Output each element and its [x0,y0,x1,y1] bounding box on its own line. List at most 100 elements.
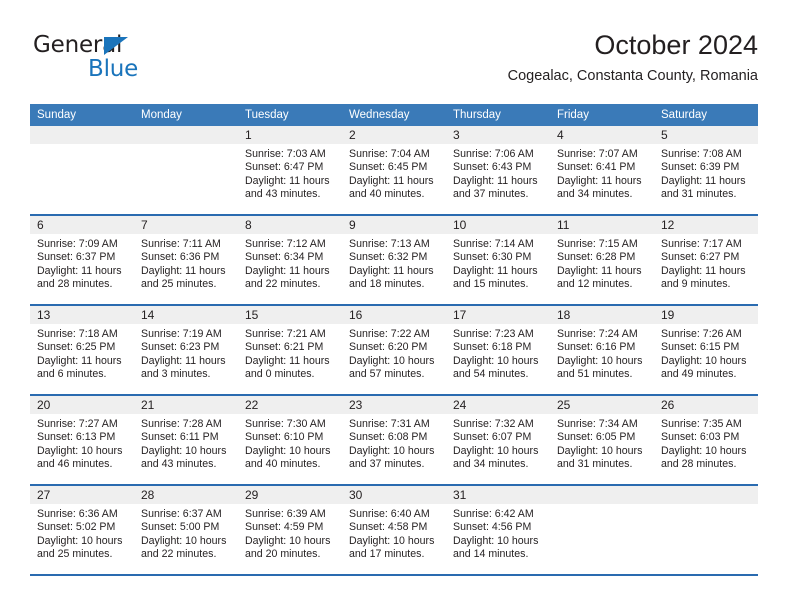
sun-info-line: Daylight: 11 hours [557,174,642,187]
calendar-table: Sunday Monday Tuesday Wednesday Thursday Frid… [30,104,758,576]
page-title: October 2024 [594,30,758,60]
day-cell-19[interactable]: 19 Sunrise: 7:26 AM Sunset: 6:15 PM Dayligh… [654,305,758,396]
sun-info-line: Sunrise: 7:03 AM [245,148,326,160]
day-cell-31[interactable]: 31 Sunrise: 6:42 AM Sunset: 4:56 PM Dayligh… [446,485,550,576]
day-sun-info: Sunrise: 7:11 AM Sunset: 6:36 PM Daylight:… [134,234,238,291]
day-number: 17 [446,306,550,324]
sun-info-line: and 20 minutes. [245,547,321,560]
day-cell-27[interactable]: 27 Sunrise: 6:36 AM Sunset: 5:02 PM Dayligh… [30,485,134,576]
day-number [654,486,758,504]
day-cell-26[interactable]: 26 Sunrise: 7:35 AM Sunset: 6:03 PM Dayligh… [654,395,758,486]
sun-info-line: Daylight: 10 hours [37,444,123,457]
sun-info-line: Daylight: 11 hours [661,264,746,277]
page-header: General Blue October 2024 Cogealac, Cons… [0,0,792,95]
sun-info-line: Sunset: 6:18 PM [453,341,532,354]
day-cell-4[interactable]: 4 Sunrise: 7:07 AM Sunset: 6:41 PM Daylight… [550,126,654,216]
day-cell-24[interactable]: 24 Sunrise: 7:32 AM Sunset: 6:07 PM Dayligh… [446,395,550,486]
sun-info-line: Daylight: 10 hours [141,534,227,547]
day-number: 31 [446,486,550,504]
day-cell-8[interactable]: 8 Sunrise: 7:12 AM Sunset: 6:34 PM Daylight… [238,215,342,306]
day-cell-17[interactable]: 17 Sunrise: 7:23 AM Sunset: 6:18 PM Dayligh… [446,305,550,396]
calendar-week-row: 27 Sunrise: 6:36 AM Sunset: 5:02 PM Dayligh… [30,485,758,576]
sun-info-line: Sunrise: 7:32 AM [453,418,534,430]
sun-info-line: Daylight: 11 hours [557,264,642,277]
day-cell-30[interactable]: 30 Sunrise: 6:40 AM Sunset: 4:58 PM Dayligh… [342,485,446,576]
sun-info-line: Daylight: 11 hours [661,174,746,187]
sun-info-line: Sunrise: 7:13 AM [349,238,430,250]
day-cell-6[interactable]: 6 Sunrise: 7:09 AM Sunset: 6:37 PM Daylight… [30,215,134,306]
sun-info-line: Sunset: 6:34 PM [245,251,324,264]
day-cell-28[interactable]: 28 Sunrise: 6:37 AM Sunset: 5:00 PM Dayligh… [134,485,238,576]
sun-info-line: and 22 minutes. [245,277,321,290]
sun-info-line: and 49 minutes. [661,367,737,380]
sun-info-line: Daylight: 11 hours [141,354,226,367]
sun-info-line: Sunrise: 7:27 AM [37,418,118,430]
sun-info-line: Sunrise: 7:08 AM [661,148,742,160]
day-sun-info: Sunrise: 6:39 AM Sunset: 4:59 PM Daylight:… [238,504,342,561]
day-sun-info: Sunrise: 7:26 AM Sunset: 6:15 PM Daylight:… [654,324,758,381]
weekday-header-friday: Friday [550,104,654,126]
sun-info-line: and 57 minutes. [349,367,425,380]
day-cell-14[interactable]: 14 Sunrise: 7:19 AM Sunset: 6:23 PM Dayligh… [134,305,238,396]
sun-info-line: Daylight: 10 hours [661,354,747,367]
day-sun-info: Sunrise: 7:32 AM Sunset: 6:07 PM Daylight:… [446,414,550,471]
day-number: 14 [134,306,238,324]
sun-info-line: Sunset: 6:41 PM [557,161,636,174]
sun-info-line: Sunset: 6:45 PM [349,161,428,174]
day-number [134,126,238,144]
calendar-body: 1 Sunrise: 7:03 AM Sunset: 6:47 PM Daylight… [30,126,758,576]
day-cell-1[interactable]: 1 Sunrise: 7:03 AM Sunset: 6:47 PM Daylight… [238,126,342,216]
calendar-week-row: 1 Sunrise: 7:03 AM Sunset: 6:47 PM Daylight… [30,126,758,216]
sun-info-line: and 46 minutes. [37,457,113,470]
day-cell-5[interactable]: 5 Sunrise: 7:08 AM Sunset: 6:39 PM Daylight… [654,126,758,216]
day-cell-15[interactable]: 15 Sunrise: 7:21 AM Sunset: 6:21 PM Dayligh… [238,305,342,396]
sun-info-line: Sunset: 6:23 PM [141,341,220,354]
day-number: 15 [238,306,342,324]
sun-info-line: and 3 minutes. [141,367,211,380]
sun-info-line: Sunrise: 7:26 AM [661,328,742,340]
sun-info-line: Sunset: 6:47 PM [245,161,324,174]
day-cell-2[interactable]: 2 Sunrise: 7:04 AM Sunset: 6:45 PM Daylight… [342,126,446,216]
day-cell-23[interactable]: 23 Sunrise: 7:31 AM Sunset: 6:08 PM Dayligh… [342,395,446,486]
day-sun-info: Sunrise: 7:28 AM Sunset: 6:11 PM Daylight:… [134,414,238,471]
day-cell-16[interactable]: 16 Sunrise: 7:22 AM Sunset: 6:20 PM Dayligh… [342,305,446,396]
sun-info-line: Daylight: 10 hours [557,354,643,367]
day-number: 12 [654,216,758,234]
sun-info-line: Daylight: 11 hours [245,174,330,187]
sun-info-line: Sunrise: 7:18 AM [37,328,118,340]
day-number: 5 [654,126,758,144]
sun-info-line: Daylight: 10 hours [37,534,123,547]
day-cell-13[interactable]: 13 Sunrise: 7:18 AM Sunset: 6:25 PM Dayligh… [30,305,134,396]
day-cell-10[interactable]: 10 Sunrise: 7:14 AM Sunset: 6:30 PM Dayligh… [446,215,550,306]
sun-info-line: and 54 minutes. [453,367,529,380]
calendar-week-row: 6 Sunrise: 7:09 AM Sunset: 6:37 PM Daylight… [30,215,758,306]
day-cell-7[interactable]: 7 Sunrise: 7:11 AM Sunset: 6:36 PM Daylight… [134,215,238,306]
day-cell-3[interactable]: 3 Sunrise: 7:06 AM Sunset: 6:43 PM Daylight… [446,126,550,216]
day-number: 19 [654,306,758,324]
day-cell-29[interactable]: 29 Sunrise: 6:39 AM Sunset: 4:59 PM Dayligh… [238,485,342,576]
day-cell-25[interactable]: 25 Sunrise: 7:34 AM Sunset: 6:05 PM Dayligh… [550,395,654,486]
day-number: 7 [134,216,238,234]
sun-info-line: and 51 minutes. [557,367,633,380]
day-cell-11[interactable]: 11 Sunrise: 7:15 AM Sunset: 6:28 PM Dayligh… [550,215,654,306]
sun-info-line: Daylight: 10 hours [349,354,435,367]
day-number: 18 [550,306,654,324]
logo-word-blue: Blue [88,56,139,82]
sun-info-line: and 34 minutes. [557,187,633,200]
sun-info-line: Daylight: 11 hours [349,174,434,187]
day-cell-18[interactable]: 18 Sunrise: 7:24 AM Sunset: 6:16 PM Dayligh… [550,305,654,396]
day-cell-21[interactable]: 21 Sunrise: 7:28 AM Sunset: 6:11 PM Dayligh… [134,395,238,486]
day-cell-20[interactable]: 20 Sunrise: 7:27 AM Sunset: 6:13 PM Dayligh… [30,395,134,486]
day-cell-12[interactable]: 12 Sunrise: 7:17 AM Sunset: 6:27 PM Dayligh… [654,215,758,306]
day-number [550,486,654,504]
sun-info-line: Daylight: 10 hours [349,534,435,547]
sun-info-line: Sunset: 6:16 PM [557,341,636,354]
day-cell-9[interactable]: 9 Sunrise: 7:13 AM Sunset: 6:32 PM Daylight… [342,215,446,306]
sun-info-line: and 0 minutes. [245,367,315,380]
sun-info-line: Sunset: 6:03 PM [661,431,740,444]
day-sun-info: Sunrise: 7:35 AM Sunset: 6:03 PM Daylight:… [654,414,758,471]
sun-info-line: and 22 minutes. [141,547,217,560]
weekday-header-sunday: Sunday [30,104,134,126]
day-sun-info: Sunrise: 7:24 AM Sunset: 6:16 PM Daylight:… [550,324,654,381]
day-cell-22[interactable]: 22 Sunrise: 7:30 AM Sunset: 6:10 PM Dayligh… [238,395,342,486]
